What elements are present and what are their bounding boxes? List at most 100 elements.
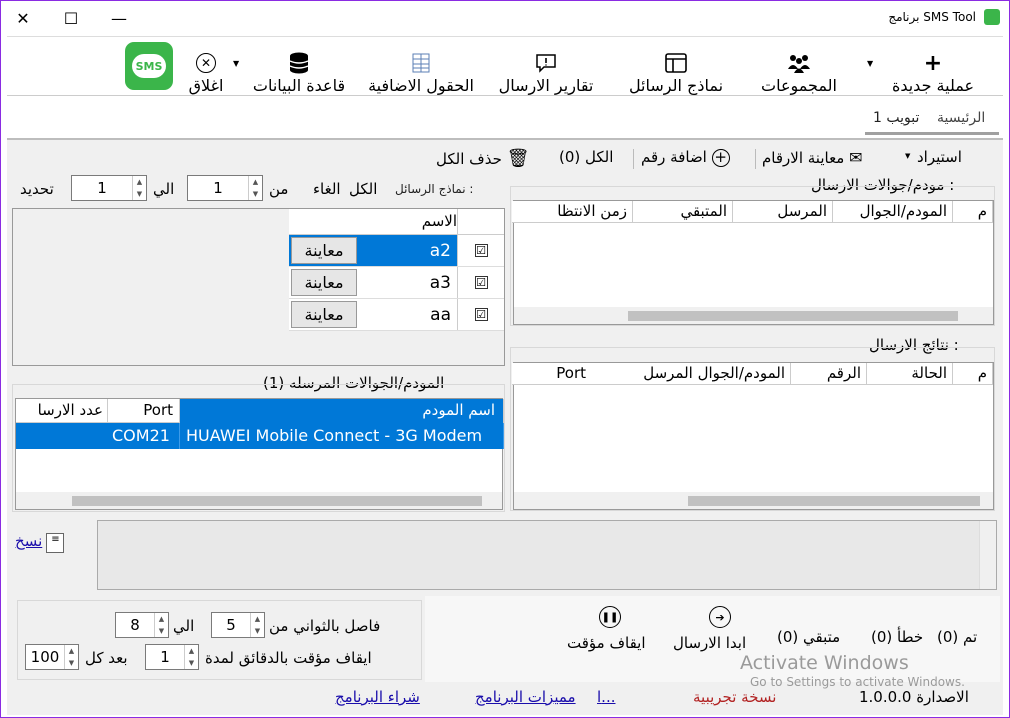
col-port[interactable]: Port [108,399,180,423]
spin-arrows-icon[interactable]: ▲ ▼ [132,176,146,200]
spin-arrows-icon[interactable]: ▲ ▼ [250,613,264,637]
after-count-stepper[interactable]: 100 ▲ ▼ [25,644,79,670]
scroll-thumb[interactable] [628,311,958,321]
import-dropdown-icon[interactable]: ▼ [905,152,910,160]
range-from-stepper[interactable]: 1 ▲ ▼ [187,175,263,201]
templates-button[interactable]: نماذج الرسائل [613,39,739,95]
log-textbox[interactable] [97,520,997,590]
range-to-stepper[interactable]: 1 ▲ ▼ [71,175,147,201]
col-wait-time[interactable]: زمن الانتظا [512,201,633,223]
groups-button[interactable]: المجموعات [749,39,849,95]
delete-all-button[interactable]: حذف الكل 🗑 [436,148,530,169]
buy-program-link[interactable]: شراء البرنامج [335,688,420,706]
dropdown-arrow-icon[interactable]: ▼ [233,59,239,68]
new-operation-button[interactable]: + عملية جديدة [879,39,987,96]
import-button[interactable]: استيراد [917,148,962,166]
spin-arrows-icon[interactable]: ▲ ▼ [184,645,198,669]
preview-button[interactable]: معاينة [291,237,357,264]
spin-arrows-icon[interactable]: ▲ ▼ [64,645,78,669]
new-operation-label: عملية جديدة [891,76,975,95]
preview-button[interactable]: معاينة [291,301,357,328]
new-op-dropdown-icon[interactable]: ▼ [867,59,873,68]
log-vscroll[interactable] [979,521,996,589]
seconds-from-stepper[interactable]: 5 ▲ ▼ [211,612,265,638]
tab-1[interactable]: تبويب 1 [873,110,919,126]
cancel-selection-link[interactable]: الغاء [313,180,341,198]
features-link[interactable]: مميزات البرنامج [475,688,576,706]
toolbar-divider [633,149,634,169]
minimize-window-icon[interactable]: — [96,0,142,36]
start-send-button[interactable]: ابدا الارسال [673,634,746,652]
pause-icon[interactable]: ❚❚ [599,606,621,628]
from-label: من [269,180,289,198]
modems-hscroll[interactable] [514,307,993,324]
range-to-value[interactable]: 1 [72,179,132,197]
checkbox-icon[interactable]: ☑ [474,276,488,289]
preview-numbers-button[interactable]: معاينة الارقام ✉ [762,148,863,167]
seconds-to-value[interactable]: 8 [116,616,154,634]
active-tab-underline [865,132,999,135]
pause-minutes-value[interactable]: 1 [146,648,184,666]
copy-button[interactable]: نسخ ≡ [15,532,65,553]
col-index[interactable]: م [953,363,993,385]
col-remaining[interactable]: المتبقي [633,201,733,223]
after-count-value[interactable]: 100 [26,648,64,666]
copy-link[interactable]: نسخ [15,532,42,550]
pause-minutes-stepper[interactable]: 1 ▲ ▼ [145,644,199,670]
modem-port: COM21 [108,423,180,449]
range-from-value[interactable]: 1 [188,179,248,197]
col-check[interactable] [457,209,504,235]
sending-modems-hscroll[interactable] [16,492,502,509]
sending-modems-header: اسم المودم Port عدد الارسا [16,399,504,423]
close-button[interactable]: ✕ اغلاق [181,39,231,95]
template-row[interactable]: معاينة a3 ☑ [289,267,504,299]
scroll-thumb[interactable] [72,496,482,506]
templates-header: الاسم [289,209,504,235]
close-window-icon[interactable]: ✕ [0,0,46,36]
seconds-from-value[interactable]: 5 [212,616,250,634]
col-sender-modem[interactable]: المودم/الجوال المرسل [591,363,791,385]
preview-button[interactable]: معاينة [291,269,357,296]
col-modem[interactable]: المودم/الجوال [833,201,953,223]
modems-grid[interactable]: م المودم/الجوال المرسل المتبقي زمن الانت… [512,200,994,325]
col-modem-name[interactable]: اسم المودم [180,399,504,423]
start-send-icon[interactable]: ➔ [709,606,731,628]
row-checkbox[interactable]: ☑ [457,299,504,330]
template-row[interactable]: معاينة aa ☑ [289,299,504,331]
spin-arrows-icon[interactable]: ▲ ▼ [248,176,262,200]
checkbox-icon[interactable]: ☑ [474,308,488,321]
reports-button[interactable]: تقارير الارسال [489,39,603,95]
sending-modem-row[interactable]: HUAWEI Mobile Connect - 3G Modem COM21 [16,423,504,449]
pause-button[interactable]: ايقاف مؤقت [567,634,646,652]
seconds-to-stepper[interactable]: 8 ▲ ▼ [115,612,169,638]
results-hscroll[interactable] [514,492,993,509]
spin-arrows-icon[interactable]: ▲ ▼ [154,613,168,637]
plus-icon: + [923,50,943,76]
row-checkbox[interactable]: ☑ [457,235,504,266]
tab-home[interactable]: الرئيسية [937,110,985,126]
col-status[interactable]: الحالة [867,363,953,385]
template-row[interactable]: معاينة a2 ☑ [289,235,504,267]
tab-strip: الرئيسية تبويب 1 [7,98,1003,138]
col-send-count[interactable]: عدد الارسا [16,399,108,423]
col-sender[interactable]: المرسل [733,201,833,223]
select-all-link[interactable]: الكل [349,180,377,198]
maximize-window-icon[interactable]: ☐ [48,0,94,36]
partial-link[interactable]: ا... [597,688,615,706]
database-button[interactable]: قاعدة البيانات [243,39,355,95]
col-number[interactable]: الرقم [791,363,867,385]
col-port[interactable]: Port [512,363,591,385]
pause-minutes-label: ايقاف مؤقت بالدقائق لمدة [205,649,372,667]
results-grid[interactable]: م الحالة الرقم المودم/الجوال المرسل Port [512,362,994,510]
row-checkbox[interactable]: ☑ [457,267,504,298]
col-index[interactable]: م [953,201,993,223]
scroll-thumb[interactable] [688,496,980,506]
to-label: الي [173,617,195,635]
templates-grid[interactable]: الاسم معاينة a2 ☑ معاينة a3 ☑ معاينة aa … [12,208,505,366]
extra-fields-button[interactable]: الحقول الاضافية [359,39,483,95]
add-number-button[interactable]: اضافة رقم + [641,148,730,167]
sending-modems-grid[interactable]: اسم المودم Port عدد الارسا HUAWEI Mobile… [15,398,504,510]
checkbox-icon[interactable]: ☑ [474,244,488,257]
col-name[interactable]: الاسم [357,212,457,230]
count-all-label: (0) الكل [559,148,614,166]
